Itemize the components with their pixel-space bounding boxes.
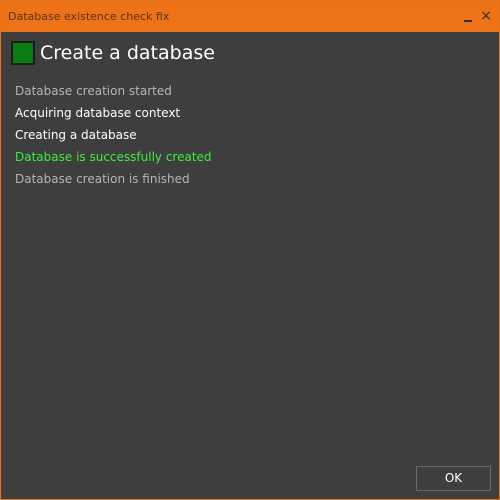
- log-line: Creating a database: [15, 128, 137, 142]
- log-list: Database creation started Acquiring data…: [15, 80, 212, 190]
- log-line: Acquiring database context: [15, 106, 181, 120]
- minimize-button[interactable]: [461, 9, 475, 23]
- ok-button[interactable]: OK: [416, 466, 491, 491]
- minimize-icon: [464, 20, 472, 22]
- dialog-window: Database existence check fix × Create a …: [0, 0, 500, 500]
- title-bar[interactable]: Database existence check fix ×: [1, 1, 499, 32]
- close-icon: ×: [480, 8, 492, 24]
- window-title: Database existence check fix: [8, 10, 170, 23]
- log-line-success: Database is successfully created: [15, 150, 212, 164]
- status-indicator-icon: [11, 41, 35, 65]
- log-line: Database creation is finished: [15, 172, 190, 186]
- page-title: Create a database: [40, 42, 215, 64]
- log-line: Database creation started: [15, 84, 172, 98]
- close-button[interactable]: ×: [479, 9, 493, 23]
